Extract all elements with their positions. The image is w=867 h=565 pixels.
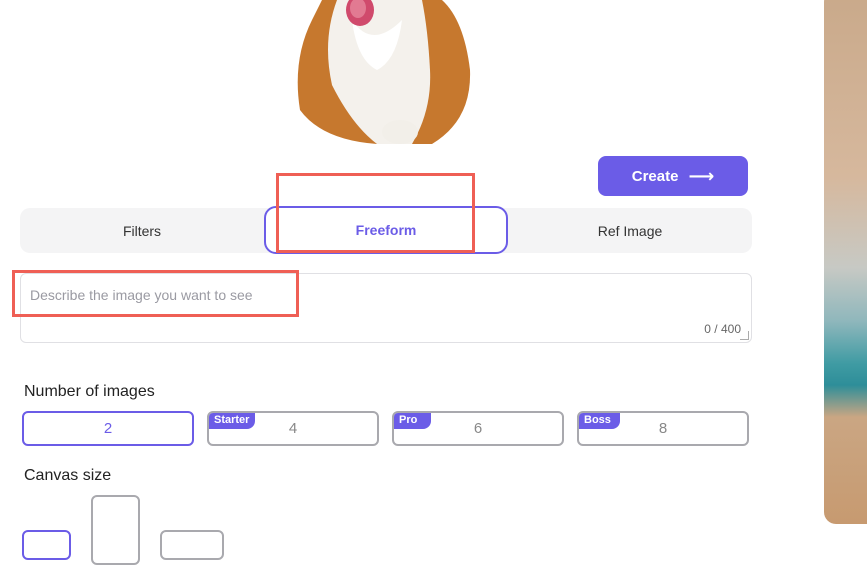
plan-badge-pro: Pro	[394, 413, 432, 429]
image-count-option-8[interactable]: Boss 8	[577, 411, 749, 446]
image-count-value: 2	[103, 420, 113, 437]
tab-ref-image[interactable]: Ref Image	[508, 208, 752, 253]
plan-badge-starter: Starter	[209, 413, 256, 429]
canvas-option-portrait[interactable]	[91, 495, 140, 565]
image-count-value: 4	[288, 420, 298, 437]
canvas-size-label: Canvas size	[24, 467, 112, 484]
image-count-value: 8	[658, 420, 668, 437]
image-count-option-2[interactable]: 2	[22, 411, 194, 446]
character-counter: 0 / 400	[704, 322, 741, 336]
resize-handle-icon[interactable]	[740, 331, 749, 340]
create-button-label: Create	[631, 167, 679, 185]
tab-freeform[interactable]: Freeform	[264, 206, 508, 254]
canvas-option-landscape[interactable]	[160, 530, 224, 560]
image-count-option-6[interactable]: Pro 6	[392, 411, 564, 446]
image-count-option-4[interactable]: Starter 4	[207, 411, 379, 446]
mode-tabs: Filters Freeform Ref Image	[20, 206, 752, 254]
number-of-images-label: Number of images	[24, 383, 155, 400]
image-count-value: 6	[473, 420, 483, 437]
generated-image-preview	[282, 0, 478, 144]
tab-freeform-label: Freeform	[355, 222, 417, 238]
prompt-textarea[interactable]: Describe the image you want to see 0 / 4…	[20, 273, 752, 343]
create-button[interactable]: Create ⟶	[598, 156, 748, 196]
tab-filters[interactable]: Filters	[20, 208, 264, 253]
canvas-option-square[interactable]	[22, 530, 71, 560]
prompt-placeholder: Describe the image you want to see	[30, 287, 253, 303]
tab-filters-label: Filters	[122, 222, 162, 239]
beach-photo-preview	[824, 0, 867, 524]
arrow-right-icon: ⟶	[688, 166, 715, 186]
tab-ref-image-label: Ref Image	[597, 222, 663, 239]
plan-badge-boss: Boss	[579, 413, 620, 429]
